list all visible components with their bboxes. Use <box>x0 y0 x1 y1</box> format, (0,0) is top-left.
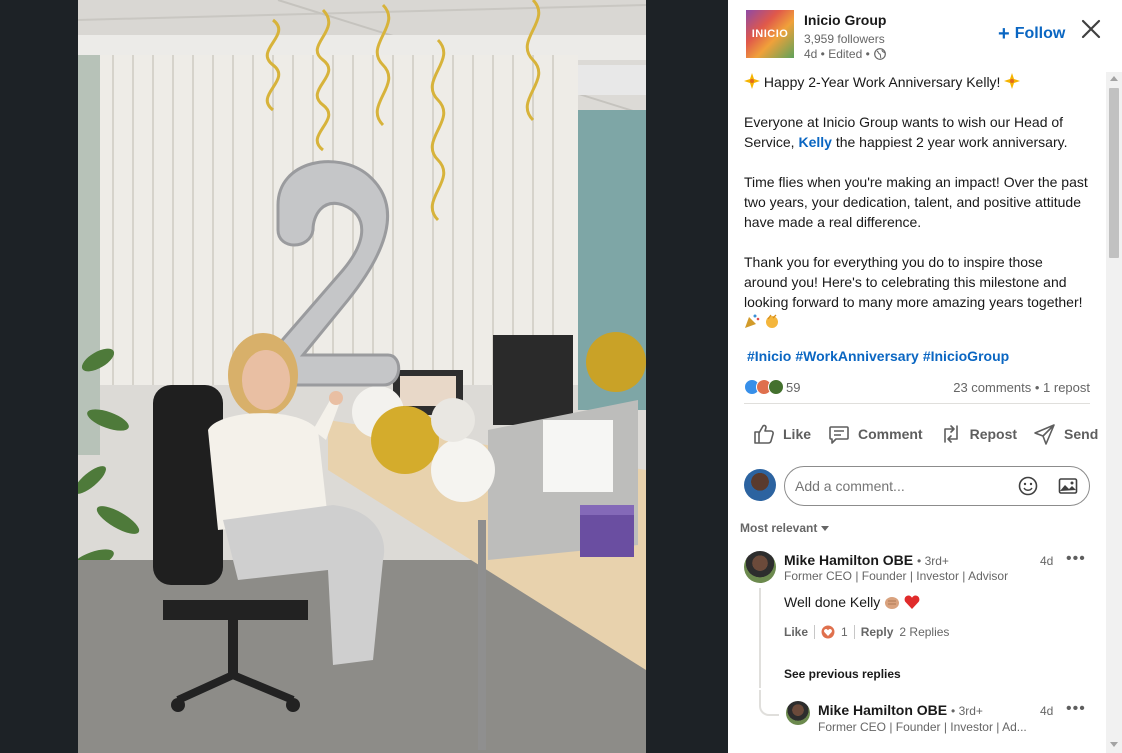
comment-actions: Like 1 Reply 2 Replies <box>784 625 949 639</box>
clapping-hands-icon <box>765 314 778 328</box>
scrollbar[interactable] <box>1106 72 1122 753</box>
more-options-icon[interactable]: ••• <box>1066 700 1086 718</box>
post-content: Happy 2-Year Work Anniversary Kelly! Eve… <box>744 72 1090 364</box>
post-paragraph-3: Time flies when you're making an impact!… <box>744 174 1088 230</box>
reply-time: 4d <box>1040 704 1054 718</box>
separator <box>853 625 855 639</box>
follow-button[interactable]: + Follow <box>998 23 1066 45</box>
replier-avatar[interactable] <box>786 701 810 725</box>
send-button[interactable]: Send <box>1025 416 1106 452</box>
comment-sort-dropdown[interactable]: Most relevant <box>740 521 830 535</box>
para4-text: Thank you for everything you do to inspi… <box>744 254 1083 310</box>
scrollbar-thumb[interactable] <box>1109 88 1119 258</box>
thumbs-up-icon <box>754 424 774 444</box>
commenter-name-text: Mike Hamilton OBE <box>784 552 914 568</box>
post-detail-panel: INICIO Inicio Group 3,959 followers 4d •… <box>728 0 1122 753</box>
repost-button[interactable]: Repost <box>931 416 1025 452</box>
comment-icon <box>829 426 849 444</box>
like-label: Like <box>783 426 812 442</box>
comment-label: Comment <box>858 426 923 442</box>
party-popper-icon <box>745 314 760 328</box>
post-header: INICIO Inicio Group 3,959 followers 4d •… <box>728 0 1122 72</box>
sort-label: Most relevant <box>740 521 818 535</box>
celebrate-reaction-icon <box>768 379 784 395</box>
heart-icon <box>904 595 920 609</box>
post-paragraph-4: Thank you for everything you do to inspi… <box>744 252 1090 332</box>
reply-count[interactable]: 2 Replies <box>899 625 949 639</box>
repost-icon <box>943 425 958 443</box>
reaction-count[interactable]: 59 <box>786 380 800 395</box>
replier-name[interactable]: Mike Hamilton OBE • 3rd+ <box>818 702 983 718</box>
commenter-headline: Former CEO | Founder | Investor | Adviso… <box>784 569 1009 583</box>
plus-icon: + <box>998 23 1010 45</box>
mention-link[interactable]: Kelly <box>798 134 831 150</box>
comment-input[interactable] <box>784 466 1090 506</box>
hashtag[interactable]: #WorkAnniversary <box>795 348 918 364</box>
follow-label: Follow <box>1014 25 1066 42</box>
thread-line <box>759 588 761 688</box>
more-options-icon[interactable]: ••• <box>1066 550 1086 568</box>
comment-like-button[interactable]: Like <box>784 625 808 639</box>
replier-name-text: Mike Hamilton OBE <box>818 702 948 718</box>
hashtag-list: #Inicio #WorkAnniversary #InicioGroup <box>744 348 1090 364</box>
comment-text: Well done Kelly <box>784 594 920 610</box>
heading-text: Happy 2-Year Work Anniversary Kelly! <box>763 74 1001 90</box>
current-user-avatar <box>744 469 776 501</box>
comment-text-content: Well done Kelly <box>784 594 881 610</box>
commenter-avatar[interactable] <box>744 551 776 583</box>
company-logo[interactable]: INICIO <box>746 10 794 58</box>
separator <box>814 625 816 639</box>
logo-text: INICIO <box>751 28 789 40</box>
commenter-name[interactable]: Mike Hamilton OBE • 3rd+ <box>784 552 949 568</box>
connection-degree: • 3rd+ <box>917 554 949 568</box>
scroll-down-icon[interactable] <box>1110 742 1118 747</box>
see-previous-replies-button[interactable]: See previous replies <box>784 667 901 681</box>
like-button[interactable]: Like <box>744 416 819 452</box>
emoji-icon[interactable] <box>1018 476 1038 496</box>
post-heading: Happy 2-Year Work Anniversary Kelly! <box>744 72 1090 92</box>
send-icon <box>1034 424 1055 445</box>
comment-time: 4d <box>1040 554 1054 568</box>
post-paragraph-2: Everyone at Inicio Group wants to wish o… <box>744 112 1090 152</box>
office-photo-illustration <box>78 0 646 753</box>
image-icon[interactable] <box>1058 476 1078 496</box>
hashtag[interactable]: #InicioGroup <box>923 348 1009 364</box>
love-reaction-icon <box>821 625 835 639</box>
comment-reply-button[interactable]: Reply <box>861 625 894 639</box>
post-photo[interactable] <box>78 0 646 753</box>
close-icon[interactable] <box>1080 18 1102 40</box>
action-bar: Like Comment Repost Send <box>744 416 1098 452</box>
comments-reposts-count[interactable]: 23 comments • 1 repost <box>953 380 1090 395</box>
comment-composer <box>744 466 1090 508</box>
follower-count: 3,959 followers <box>804 32 885 46</box>
media-pane <box>0 0 728 753</box>
hashtag[interactable]: #Inicio <box>747 348 791 364</box>
thread-connector <box>759 690 779 716</box>
connection-degree: • 3rd+ <box>951 704 983 718</box>
divider <box>744 403 1090 404</box>
repost-label: Repost <box>969 426 1018 442</box>
globe-icon <box>873 48 886 60</box>
send-label: Send <box>1064 426 1099 442</box>
replier-headline: Former CEO | Founder | Investor | Ad... <box>818 720 1027 734</box>
comment-button[interactable]: Comment <box>819 416 931 452</box>
social-counts: 59 23 comments • 1 repost <box>744 378 1090 398</box>
post-time: 4d • Edited • <box>804 47 870 61</box>
post-body: Happy 2-Year Work Anniversary Kelly! Eve… <box>744 72 1090 332</box>
comment-like-count[interactable]: 1 <box>841 625 848 639</box>
post-meta: 4d • Edited • <box>804 47 886 61</box>
para2-after: the happiest 2 year work anniversary. <box>831 134 1068 150</box>
company-name[interactable]: Inicio Group <box>804 12 886 28</box>
reaction-icons[interactable] <box>744 379 784 395</box>
sparkle-icon <box>1004 73 1021 89</box>
sparkle-icon <box>744 73 760 89</box>
scroll-up-icon[interactable] <box>1110 76 1118 81</box>
chevron-down-icon <box>821 525 830 531</box>
fist-bump-icon <box>885 597 900 609</box>
